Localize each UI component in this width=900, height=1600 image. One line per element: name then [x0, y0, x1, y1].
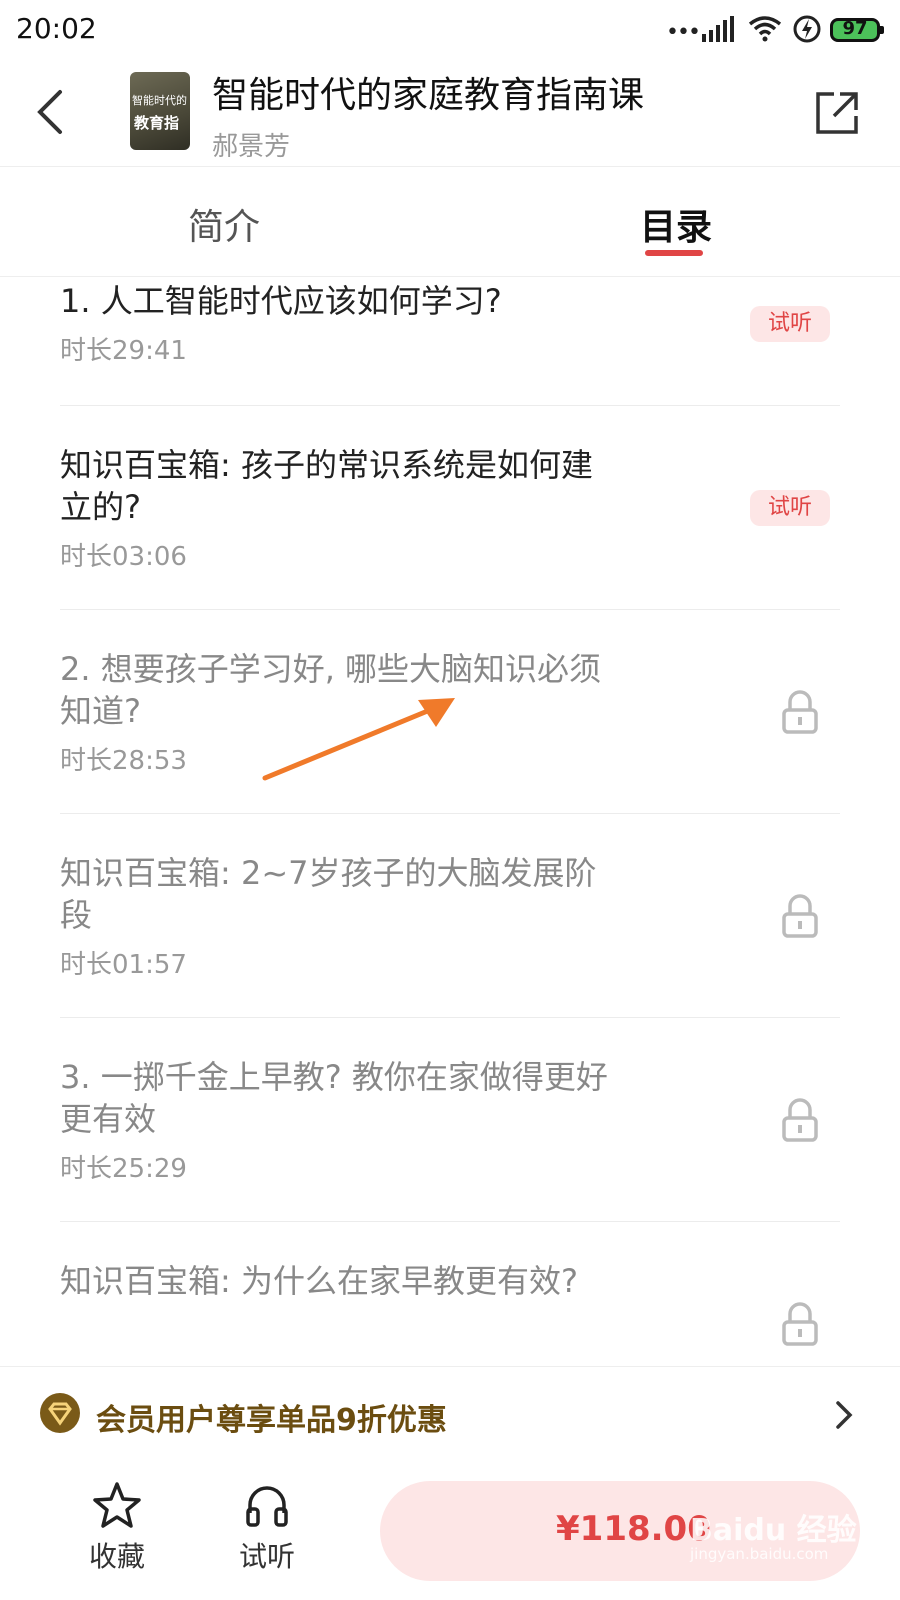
episode-duration: 时长28:53: [60, 746, 187, 776]
favorite-button[interactable]: 收藏: [72, 1481, 162, 1575]
list-item[interactable]: 3. 一掷千金上早教? 教你在家做得更好更有效 时长25:29: [60, 1056, 840, 1185]
member-discount-text: 会员用户尊享单品9折优惠: [96, 1403, 447, 1438]
preview-badge[interactable]: 试听: [750, 490, 830, 526]
episode-title: 2. 想要孩子学习好, 哪些大脑知识必须知道?: [60, 650, 602, 730]
wifi-icon: [748, 16, 782, 42]
active-tab-indicator: [645, 250, 703, 256]
bottom-action-bar: 收藏 试听 ¥118.00 Baidu 经验 jingyan.baidu.com: [0, 1461, 900, 1600]
preview-label: 试听: [238, 1540, 295, 1573]
lock-icon: [782, 690, 818, 734]
battery-level: 97: [842, 18, 868, 39]
list-item[interactable]: 知识百宝箱: 为什么在家早教更有效?: [60, 1260, 840, 1302]
divider: [60, 405, 840, 406]
watermark-url: jingyan.baidu.com: [690, 1545, 829, 1563]
favorite-label: 收藏: [88, 1540, 145, 1573]
crown-icon: [40, 1393, 80, 1433]
episode-duration: 时长25:29: [60, 1154, 187, 1184]
course-cover-image: 智能时代的 教育指: [130, 72, 190, 150]
status-time: 20:02: [16, 12, 97, 45]
star-icon: [93, 1482, 141, 1528]
list-item[interactable]: 知识百宝箱: 2~7岁孩子的大脑发展阶段 时长01:57: [60, 852, 840, 981]
episode-title: 知识百宝箱: 2~7岁孩子的大脑发展阶段: [60, 854, 597, 934]
lock-icon: [782, 1098, 818, 1142]
episode-duration: 时长01:57: [60, 950, 187, 980]
preview-badge[interactable]: 试听: [750, 306, 830, 342]
list-item[interactable]: 知识百宝箱: 孩子的常识系统是如何建立的? 时长03:06: [60, 444, 840, 573]
back-icon[interactable]: [30, 84, 78, 140]
divider: [60, 1017, 840, 1018]
course-author: 郝景芳: [212, 132, 291, 162]
lock-icon: [782, 894, 818, 938]
cover-text-1: 智能时代的: [132, 94, 187, 107]
episode-list[interactable]: 1. 人工智能时代应该如何学习? 时长29:41 试听 知识百宝箱: 孩子的常识…: [0, 276, 900, 1366]
lock-icon: [782, 1302, 818, 1346]
episode-duration: 时长03:06: [60, 542, 187, 572]
episode-title: 1. 人工智能时代应该如何学习?: [60, 282, 502, 320]
charging-icon: [793, 15, 821, 43]
share-icon[interactable]: [812, 88, 862, 138]
divider: [60, 1221, 840, 1222]
course-title: 智能时代的家庭教育指南课: [212, 75, 645, 116]
battery-indicator: 97: [830, 18, 884, 42]
price-label: ¥118.00: [556, 1509, 711, 1549]
status-bar: 20:02 ••• 97: [0, 0, 900, 60]
tab-catalog[interactable]: 目录: [640, 198, 712, 250]
chevron-right-icon: [836, 1401, 853, 1429]
signal-icon: [702, 16, 734, 42]
preview-button[interactable]: 试听: [222, 1481, 312, 1575]
tab-bar: 简介 目录: [0, 166, 900, 277]
episode-title: 知识百宝箱: 为什么在家早教更有效?: [60, 1262, 578, 1300]
divider: [60, 813, 840, 814]
more-dots-icon: •••: [666, 20, 701, 45]
watermark-text: Baidu 经验: [690, 1513, 857, 1548]
list-item[interactable]: 2. 想要孩子学习好, 哪些大脑知识必须知道? 时长28:53: [60, 648, 840, 777]
episode-title: 知识百宝箱: 孩子的常识系统是如何建立的?: [60, 446, 593, 526]
list-item[interactable]: 1. 人工智能时代应该如何学习? 时长29:41: [60, 280, 840, 367]
divider: [60, 609, 840, 610]
headphones-icon: [246, 1486, 288, 1527]
course-header: 智能时代的 教育指 智能时代的家庭教育指南课 郝景芳: [0, 60, 900, 167]
member-discount-banner[interactable]: 会员用户尊享单品9折优惠: [0, 1366, 900, 1462]
episode-duration: 时长29:41: [60, 336, 187, 366]
tab-intro[interactable]: 简介: [188, 198, 260, 250]
cover-text-2: 教育指: [134, 114, 180, 132]
episode-title: 3. 一掷千金上早教? 教你在家做得更好更有效: [60, 1058, 608, 1138]
